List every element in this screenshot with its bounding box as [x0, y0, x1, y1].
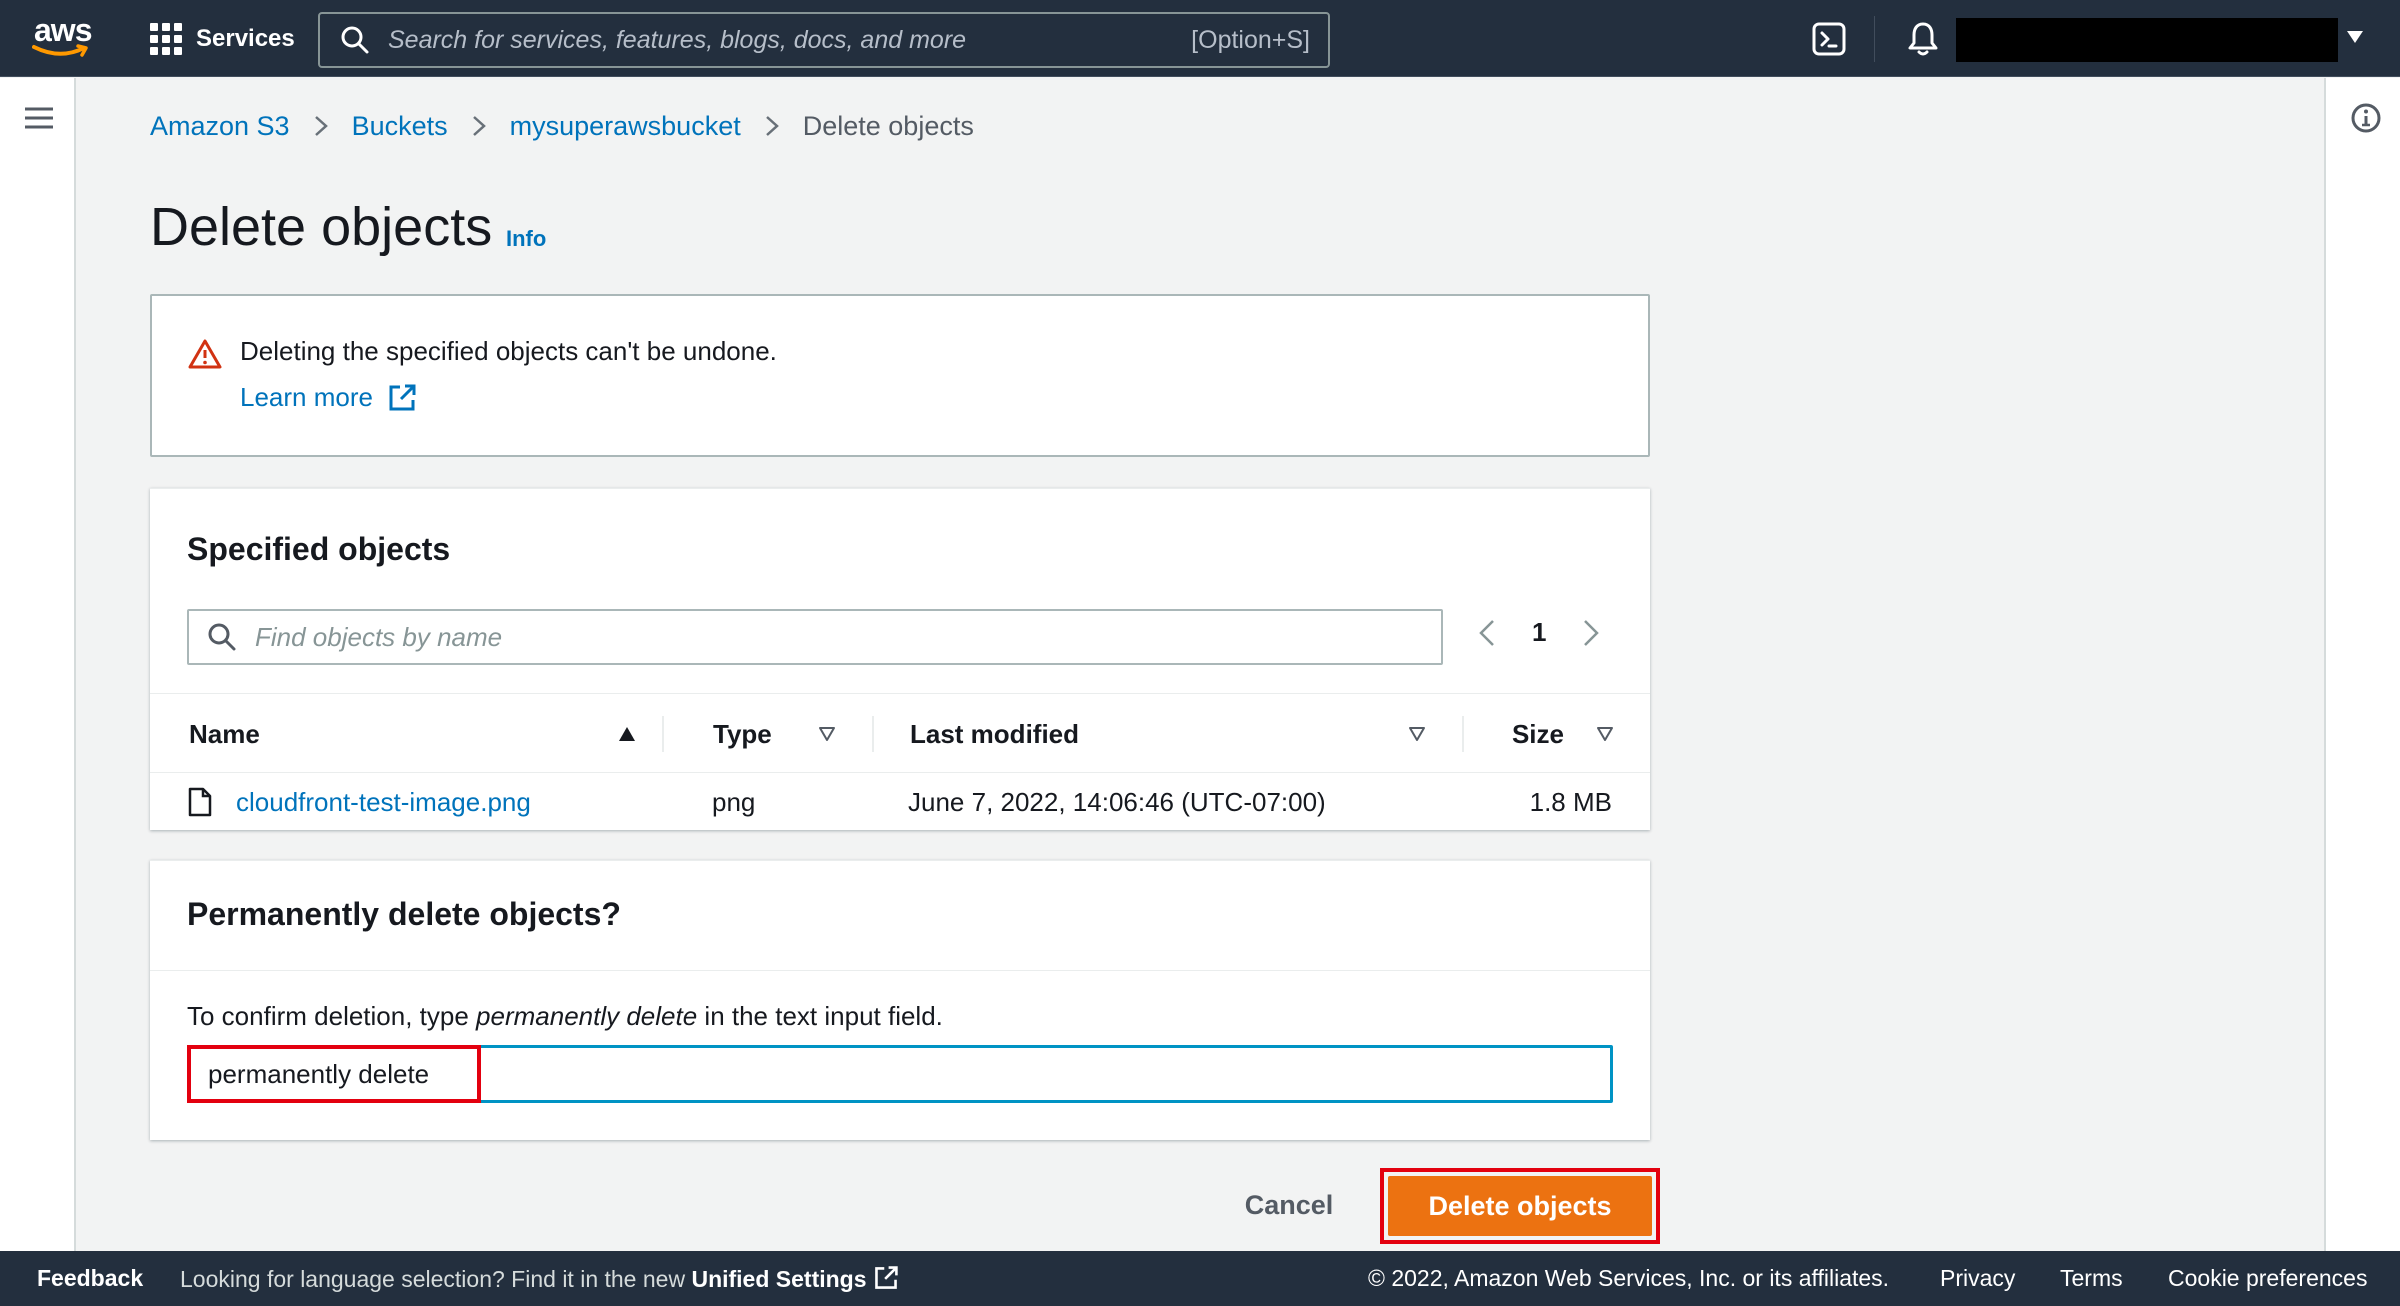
global-search[interactable]: [Option+S] [318, 12, 1330, 68]
cancel-button[interactable]: Cancel [1226, 1182, 1352, 1228]
breadcrumb: Amazon S3 Buckets mysuperawsbucket Delet… [150, 108, 974, 144]
search-icon [208, 623, 236, 651]
delete-objects-button[interactable]: Delete objects [1388, 1176, 1652, 1236]
hamburger-menu-icon[interactable] [24, 106, 54, 130]
info-link[interactable]: Info [506, 226, 546, 252]
global-search-input[interactable] [388, 25, 1192, 55]
services-menu[interactable]: Services [150, 14, 295, 64]
search-icon [341, 26, 369, 54]
left-navigation-rail [0, 78, 76, 1251]
right-tools-rail [2324, 78, 2400, 1251]
sort-icon[interactable] [818, 726, 836, 742]
aws-logo[interactable]: aws [30, 12, 96, 60]
confirm-desc-prefix: To confirm deletion, type [187, 1001, 477, 1031]
confirm-description: To confirm deletion, type permanently de… [187, 1001, 943, 1032]
cookie-preferences-link[interactable]: Cookie preferences [2168, 1265, 2367, 1292]
page-title: Delete objects [150, 197, 493, 257]
column-header-type[interactable]: Type [713, 694, 772, 774]
aws-smile-icon [32, 44, 88, 57]
copyright: © 2022, Amazon Web Services, Inc. or its… [1368, 1265, 1890, 1291]
pagination: 1 [1478, 617, 1600, 648]
breadcrumb-current: Delete objects [802, 110, 974, 141]
object-size: 1.8 MB [1529, 786, 1612, 817]
services-label: Services [196, 25, 295, 52]
file-icon [188, 787, 212, 817]
confirm-header: Permanently delete objects? [150, 861, 1650, 971]
external-link-icon [874, 1266, 898, 1289]
grid-icon [150, 23, 182, 55]
permanently-delete-panel: Permanently delete objects? To confirm d… [150, 860, 1650, 1140]
column-divider [872, 716, 874, 752]
object-type: png [712, 786, 756, 817]
confirm-desc-phrase: permanently delete [476, 1001, 698, 1031]
bell-icon[interactable] [1906, 20, 1940, 58]
warning-icon [188, 339, 222, 369]
chevron-right-icon[interactable] [1582, 619, 1600, 647]
confirm-deletion-input[interactable] [187, 1045, 1613, 1103]
chevron-left-icon[interactable] [1478, 619, 1496, 647]
confirm-heading: Permanently delete objects? [187, 896, 621, 932]
account-menu-redacted[interactable] [1956, 18, 2338, 62]
find-objects-input[interactable] [255, 621, 1441, 653]
nav-divider [1874, 16, 1875, 62]
column-divider [662, 716, 664, 752]
feedback-link[interactable]: Feedback [37, 1265, 143, 1292]
language-prompt-text: Looking for language selection? Find it … [180, 1266, 692, 1292]
sort-icon[interactable] [1596, 726, 1614, 742]
chevron-right-icon [314, 116, 328, 136]
info-circle-icon[interactable] [2350, 102, 2382, 134]
cloudshell-icon[interactable] [1812, 22, 1846, 56]
column-header-size[interactable]: Size [1458, 694, 1564, 774]
sort-icon[interactable] [1408, 726, 1426, 742]
objects-table-header: Name Type Last modified Size [150, 693, 1650, 773]
confirm-desc-suffix: in the text input field. [697, 1001, 943, 1031]
caret-down-icon[interactable] [2346, 30, 2364, 44]
breadcrumb-buckets[interactable]: Buckets [352, 111, 448, 142]
search-shortcut: [Option+S] [1191, 25, 1310, 54]
object-last-modified: June 7, 2022, 14:06:46 (UTC-07:00) [908, 786, 1326, 817]
breadcrumb-amazon-s3[interactable]: Amazon S3 [150, 111, 290, 142]
page-number[interactable]: 1 [1532, 617, 1546, 648]
top-navigation: aws Services [Option+S] [0, 0, 2400, 77]
chevron-right-icon [472, 116, 486, 136]
unified-settings-link[interactable]: Unified Settings [691, 1266, 866, 1292]
table-row: cloudfront-test-image.png png June 7, 20… [150, 773, 1650, 831]
warning-alert: Deleting the specified objects can't be … [150, 294, 1650, 457]
sort-ascending-icon[interactable] [618, 726, 636, 742]
learn-more-label: Learn more [240, 382, 373, 412]
alert-message: Deleting the specified objects can't be … [240, 336, 777, 366]
chevron-right-icon [765, 116, 779, 136]
find-objects-search[interactable] [187, 609, 1443, 665]
specified-objects-heading: Specified objects [187, 531, 451, 567]
object-name-link[interactable]: cloudfront-test-image.png [236, 773, 531, 831]
breadcrumb-bucket-name[interactable]: mysuperawsbucket [510, 111, 741, 142]
language-prompt: Looking for language selection? Find it … [180, 1265, 899, 1293]
column-header-last-modified[interactable]: Last modified [910, 694, 1079, 774]
column-header-name[interactable]: Name [189, 694, 260, 774]
console-footer: Feedback Looking for language selection?… [0, 1251, 2400, 1306]
learn-more-link[interactable]: Learn more [240, 382, 417, 413]
terms-link[interactable]: Terms [2060, 1265, 2123, 1292]
specified-objects-panel: Specified objects 1 Name Type Last modif… [150, 488, 1650, 830]
privacy-link[interactable]: Privacy [1940, 1265, 2015, 1292]
external-link-icon [389, 384, 416, 410]
